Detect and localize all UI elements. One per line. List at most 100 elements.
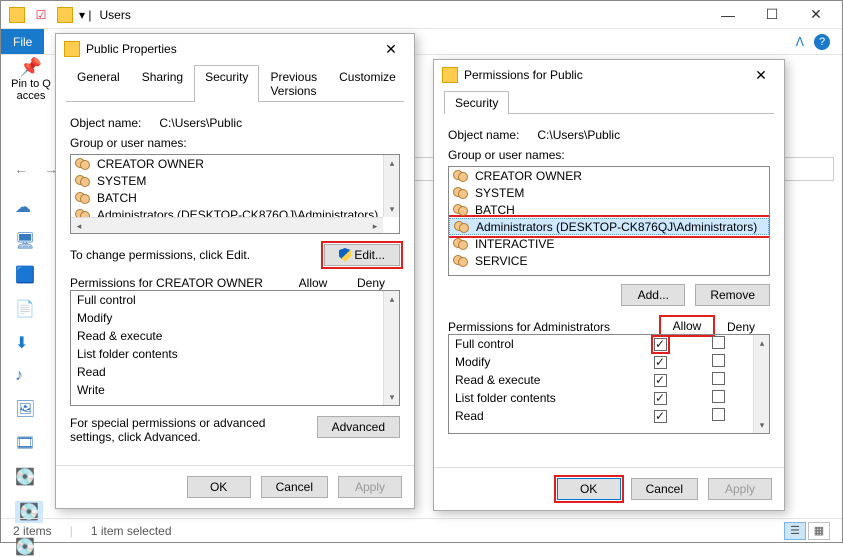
- list-item[interactable]: Administrators (DESKTOP-CK876QJ\Administ…: [71, 206, 383, 217]
- permissions-dialog: Permissions for Public ✕ Security Object…: [433, 59, 785, 511]
- allow-checkbox[interactable]: [654, 374, 667, 387]
- perms-ok-button[interactable]: OK: [557, 478, 621, 500]
- deny-checkbox[interactable]: [712, 336, 725, 349]
- object-name-label: Object name:: [70, 116, 141, 130]
- perms-titlebar: Permissions for Public ✕: [434, 60, 784, 90]
- perms-tabs: Security: [444, 90, 774, 114]
- add-button[interactable]: Add...: [621, 284, 685, 306]
- advanced-button[interactable]: Advanced: [317, 416, 400, 438]
- deny-header: Deny: [342, 276, 400, 290]
- scrollbar-vertical[interactable]: ▴▾: [383, 291, 399, 405]
- minimize-button[interactable]: —: [706, 1, 750, 29]
- folder-icon: [9, 7, 25, 23]
- deny-header: Deny: [712, 320, 770, 334]
- deny-checkbox[interactable]: [712, 354, 725, 367]
- group-label: Group or user names:: [70, 136, 400, 150]
- pictures-icon[interactable]: 🖼: [15, 399, 43, 419]
- deny-checkbox[interactable]: [712, 372, 725, 385]
- list-item[interactable]: SYSTEM: [449, 184, 769, 201]
- list-item[interactable]: BATCH: [449, 201, 769, 218]
- tab-security[interactable]: Security: [444, 91, 509, 114]
- allow-checkbox[interactable]: [654, 356, 667, 369]
- perms-close-button[interactable]: ✕: [746, 63, 776, 87]
- group-icon: [453, 187, 469, 199]
- maximize-button[interactable]: ☐: [750, 1, 794, 29]
- scrollbar-vertical[interactable]: ▴▾: [383, 155, 399, 217]
- status-bar: 2 items | 1 item selected ☰ ▦: [1, 518, 842, 542]
- tab-customize[interactable]: Customize: [328, 65, 407, 102]
- status-items: 2 items: [13, 524, 52, 538]
- perm-row: Modify: [449, 353, 753, 371]
- perm-for-label: Permissions for CREATOR OWNER: [70, 276, 284, 290]
- edit-hint: To change permissions, click Edit.: [70, 248, 324, 262]
- props-tabs: GeneralSharingSecurityPrevious VersionsC…: [66, 64, 404, 102]
- scrollbar-horizontal[interactable]: ◂▸: [71, 217, 383, 233]
- tab-sharing[interactable]: Sharing: [131, 65, 194, 102]
- props-ok-button[interactable]: OK: [187, 476, 251, 498]
- perms-apply-button[interactable]: Apply: [708, 478, 772, 500]
- group-icon: [454, 221, 470, 233]
- window-title: Users: [99, 8, 130, 22]
- props-close-button[interactable]: ✕: [376, 37, 406, 61]
- downloads-icon[interactable]: ⬇: [15, 333, 43, 353]
- drive-icon[interactable]: 💽: [15, 467, 43, 487]
- close-button[interactable]: ✕: [794, 1, 838, 29]
- group-icon: [75, 158, 91, 170]
- perm-row: Read & execute: [449, 371, 753, 389]
- view-details[interactable]: ☰: [784, 522, 806, 540]
- nav-tree[interactable]: ☁ 🖥 🟦 📄 ⬇ ♪ 🖼 🎞 💽 💽 💽: [15, 197, 43, 557]
- checkbox-icon: ☑: [33, 7, 49, 23]
- deny-checkbox[interactable]: [712, 408, 725, 421]
- file-menu[interactable]: File: [1, 29, 44, 54]
- props-group-list[interactable]: CREATOR OWNERSYSTEMBATCHAdministrators (…: [70, 154, 400, 234]
- list-item[interactable]: Administrators (DESKTOP-CK876QJ\Administ…: [449, 218, 769, 235]
- allow-checkbox[interactable]: [654, 338, 667, 351]
- help-icon[interactable]: ?: [814, 34, 830, 50]
- documents-icon[interactable]: 📄: [15, 299, 43, 319]
- perms-perm-grid[interactable]: Full controlModifyRead & executeList fol…: [448, 334, 770, 434]
- remove-button[interactable]: Remove: [695, 284, 770, 306]
- perm-row: List folder contents: [449, 389, 753, 407]
- perms-group-list[interactable]: CREATOR OWNERSYSTEMBATCHAdministrators (…: [448, 166, 770, 276]
- scrollbar-vertical[interactable]: ▴▾: [753, 335, 769, 433]
- perms-cancel-button[interactable]: Cancel: [631, 478, 698, 500]
- group-icon: [75, 192, 91, 204]
- list-item[interactable]: CREATOR OWNER: [449, 167, 769, 184]
- pin-label2: acces: [17, 90, 46, 102]
- group-icon: [453, 255, 469, 267]
- folder-icon: [442, 67, 458, 83]
- allow-checkbox[interactable]: [654, 410, 667, 423]
- videos-icon[interactable]: 🎞: [15, 433, 43, 453]
- deny-checkbox[interactable]: [712, 390, 725, 403]
- props-perm-grid[interactable]: Full controlModifyRead & executeList fol…: [70, 290, 400, 406]
- props-cancel-button[interactable]: Cancel: [261, 476, 328, 498]
- tab-previous-versions[interactable]: Previous Versions: [259, 65, 328, 102]
- group-icon: [453, 170, 469, 182]
- list-item[interactable]: BATCH: [71, 189, 383, 206]
- props-titlebar: Public Properties ✕: [56, 34, 414, 64]
- list-item[interactable]: SYSTEM: [71, 172, 383, 189]
- list-item[interactable]: SERVICE: [449, 252, 769, 269]
- onedrive-icon[interactable]: ☁: [15, 197, 43, 217]
- back-button[interactable]: ←: [9, 157, 33, 181]
- tab-security[interactable]: Security: [194, 65, 259, 102]
- pin-label1: Pin to Q: [11, 78, 51, 90]
- desktop-icon[interactable]: 🟦: [15, 265, 43, 285]
- this-pc-icon[interactable]: 🖥: [15, 231, 43, 251]
- folder-icon: [64, 41, 80, 57]
- props-apply-button[interactable]: Apply: [338, 476, 402, 498]
- list-item[interactable]: INTERACTIVE: [449, 235, 769, 252]
- props-title: Public Properties: [86, 42, 177, 56]
- object-name-value: C:\Users\Public: [159, 116, 242, 130]
- perm-row: Full control: [449, 335, 753, 353]
- status-selected: 1 item selected: [91, 524, 172, 538]
- pin-quick-access[interactable]: 📌 Pin to Q acces: [9, 57, 53, 102]
- group-icon: [75, 209, 91, 218]
- edit-button[interactable]: Edit...: [324, 244, 400, 266]
- list-item[interactable]: CREATOR OWNER: [71, 155, 383, 172]
- allow-checkbox[interactable]: [654, 392, 667, 405]
- view-icons[interactable]: ▦: [808, 522, 830, 540]
- music-icon[interactable]: ♪: [15, 367, 43, 385]
- ribbon-chevron-icon[interactable]: ᐱ: [796, 35, 804, 49]
- tab-general[interactable]: General: [66, 65, 131, 102]
